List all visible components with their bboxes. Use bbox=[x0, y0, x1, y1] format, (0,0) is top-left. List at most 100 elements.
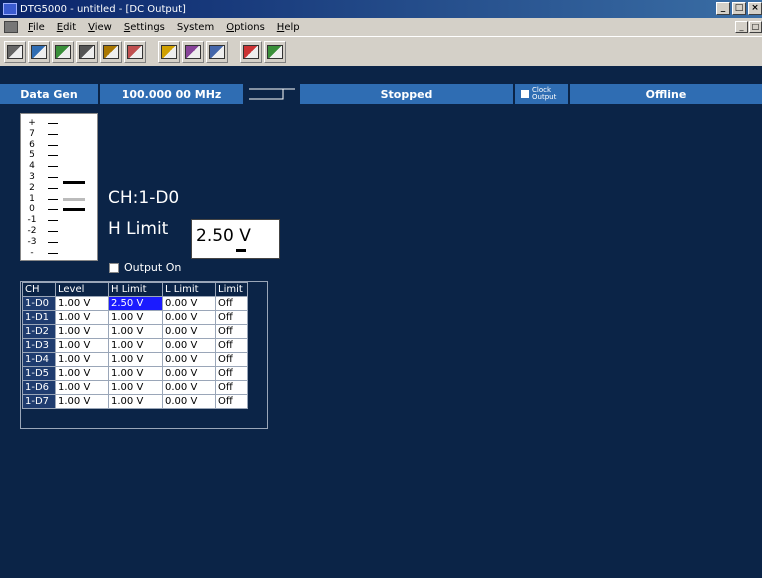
warning-button[interactable] bbox=[158, 40, 180, 63]
table-cell[interactable]: 1.00 V bbox=[108, 380, 163, 395]
table-cell[interactable]: 1.00 V bbox=[55, 394, 109, 409]
print-button[interactable] bbox=[4, 40, 26, 63]
limit-value-field[interactable]: 2.50 V bbox=[191, 219, 280, 259]
data-button[interactable] bbox=[182, 40, 204, 63]
table-cell[interactable]: 0.00 V bbox=[162, 324, 216, 339]
restore-button[interactable]: □ bbox=[732, 2, 746, 15]
table-cell[interactable]: 0.00 V bbox=[162, 394, 216, 409]
run-state-status[interactable]: Stopped bbox=[300, 84, 515, 104]
menu-options[interactable]: Options bbox=[220, 22, 271, 33]
table-cell[interactable]: 0.00 V bbox=[162, 296, 216, 311]
connection-status: Offline bbox=[570, 84, 762, 104]
table-cell[interactable]: Off bbox=[215, 310, 248, 325]
table-cell[interactable]: Off bbox=[215, 352, 248, 367]
table-cell[interactable]: Off bbox=[215, 338, 248, 353]
table-cell[interactable]: Off bbox=[215, 296, 248, 311]
table-cell[interactable]: 1.00 V bbox=[55, 352, 109, 367]
timing-button[interactable] bbox=[100, 40, 122, 63]
parameter-label: H Limit bbox=[108, 219, 169, 239]
scale-tick-mark bbox=[48, 155, 58, 157]
table-row[interactable]: 1-D2 1.00 V 1.00 V 0.00 V Off bbox=[22, 324, 248, 339]
grid-button[interactable] bbox=[206, 40, 228, 63]
high-limit-marker[interactable] bbox=[63, 181, 85, 185]
table-cell[interactable]: 1.00 V bbox=[108, 394, 163, 409]
scale-tick-label: 2 bbox=[29, 182, 35, 193]
clock-waveform-icon bbox=[245, 84, 300, 104]
low-limit-marker[interactable] bbox=[63, 208, 85, 212]
table-row[interactable]: 1-D6 1.00 V 1.00 V 0.00 V Off bbox=[22, 380, 248, 395]
table-cell[interactable]: 1.00 V bbox=[55, 310, 109, 325]
monitor-button[interactable] bbox=[52, 40, 74, 63]
menu-file[interactable]: File bbox=[22, 22, 51, 33]
dc-output-button[interactable] bbox=[264, 40, 286, 63]
channel-table-panel: CH Level H Limit L Limit Limit 1-D0 1.00 V 2.50… bbox=[20, 281, 268, 429]
title-bar: DTG5000 - untitled - [DC Output] _ □ × bbox=[0, 0, 762, 18]
level-marker[interactable] bbox=[63, 197, 85, 201]
table-cell[interactable]: 1.00 V bbox=[108, 324, 163, 339]
menu-settings[interactable]: Settings bbox=[118, 22, 171, 33]
close-button[interactable]: × bbox=[748, 2, 762, 15]
minimize-button[interactable]: _ bbox=[716, 2, 730, 15]
table-cell[interactable]: Off bbox=[215, 366, 248, 381]
table-row[interactable]: 1-D0 1.00 V 2.50 V 0.00 V Off bbox=[22, 296, 248, 311]
clock-output-checkbox[interactable] bbox=[521, 90, 529, 98]
table-cell[interactable]: 0.00 V bbox=[162, 366, 216, 381]
scale-tick-mark bbox=[48, 220, 58, 222]
table-cell[interactable]: 0.00 V bbox=[162, 352, 216, 367]
table-row[interactable]: 1-D4 1.00 V 1.00 V 0.00 V Off bbox=[22, 352, 248, 367]
menu-help[interactable]: Help bbox=[271, 22, 306, 33]
table-row[interactable]: 1-D5 1.00 V 1.00 V 0.00 V Off bbox=[22, 366, 248, 381]
scale-tick-label: 7 bbox=[29, 128, 35, 139]
table-cell[interactable]: 1.00 V bbox=[108, 352, 163, 367]
menu-label: iew bbox=[94, 21, 112, 33]
menu-system[interactable]: System bbox=[171, 22, 220, 33]
channel-name-cell: 1-D1 bbox=[22, 310, 56, 325]
edit-cursor bbox=[236, 249, 246, 252]
output-on-checkbox[interactable] bbox=[109, 262, 119, 273]
table-cell[interactable]: 1.00 V bbox=[108, 338, 163, 353]
table-row[interactable]: 1-D1 1.00 V 1.00 V 0.00 V Off bbox=[22, 310, 248, 325]
scale-tick-label: 1 bbox=[29, 193, 35, 204]
menu-view[interactable]: View bbox=[82, 22, 118, 33]
menu-label: ptions bbox=[234, 21, 265, 33]
table-cell[interactable]: 2.50 V bbox=[108, 296, 163, 311]
table-cell[interactable]: Off bbox=[215, 380, 248, 395]
mdi-restore-button[interactable]: □ bbox=[749, 21, 762, 33]
setup-button[interactable] bbox=[28, 40, 50, 63]
menu-label: dit bbox=[63, 21, 77, 33]
table-cell[interactable]: 0.00 V bbox=[162, 310, 216, 325]
table-cell[interactable]: 1.00 V bbox=[55, 324, 109, 339]
table-row[interactable]: 1-D3 1.00 V 1.00 V 0.00 V Off bbox=[22, 338, 248, 353]
output-on-label: Output On bbox=[124, 261, 182, 274]
table-cell[interactable]: 1.00 V bbox=[55, 296, 109, 311]
menu-edit[interactable]: Edit bbox=[51, 22, 82, 33]
table-cell[interactable]: 0.00 V bbox=[162, 338, 216, 353]
table-cell[interactable]: 1.00 V bbox=[55, 338, 109, 353]
table-cell[interactable]: 1.00 V bbox=[108, 310, 163, 325]
scale-tick-mark bbox=[48, 209, 58, 211]
pattern-button[interactable] bbox=[76, 40, 98, 63]
dc-output-icon bbox=[267, 44, 283, 59]
frequency-status[interactable]: 100.000 00 MHz bbox=[100, 84, 245, 104]
scale-tick-label: 4 bbox=[29, 161, 35, 172]
output-on-toggle[interactable]: Output On bbox=[109, 261, 181, 274]
window-title: DTG5000 - untitled - [DC Output] bbox=[20, 3, 186, 15]
table-cell[interactable]: 1.00 V bbox=[55, 380, 109, 395]
table-cell[interactable]: Off bbox=[215, 394, 248, 409]
table-cell[interactable]: 1.00 V bbox=[55, 366, 109, 381]
table-cell[interactable]: Off bbox=[215, 324, 248, 339]
table-cell[interactable]: 1.00 V bbox=[108, 366, 163, 381]
mode-status[interactable]: Data Gen bbox=[0, 84, 100, 104]
app-icon bbox=[3, 3, 17, 15]
table-row[interactable]: 1-D7 1.00 V 1.00 V 0.00 V Off bbox=[22, 394, 248, 409]
scale-tick-mark bbox=[48, 187, 58, 189]
mixer-button[interactable] bbox=[240, 40, 262, 63]
mdi-minimize-button[interactable]: _ bbox=[735, 21, 748, 33]
waveform-button[interactable] bbox=[124, 40, 146, 63]
clock-output-status[interactable]: Clock Output bbox=[515, 84, 570, 104]
scale-tick-mark bbox=[48, 166, 58, 168]
table-header-row: CH Level H Limit L Limit Limit bbox=[22, 282, 248, 297]
document-icon[interactable] bbox=[4, 21, 18, 33]
channel-name-cell: 1-D4 bbox=[22, 352, 56, 367]
table-cell[interactable]: 0.00 V bbox=[162, 380, 216, 395]
